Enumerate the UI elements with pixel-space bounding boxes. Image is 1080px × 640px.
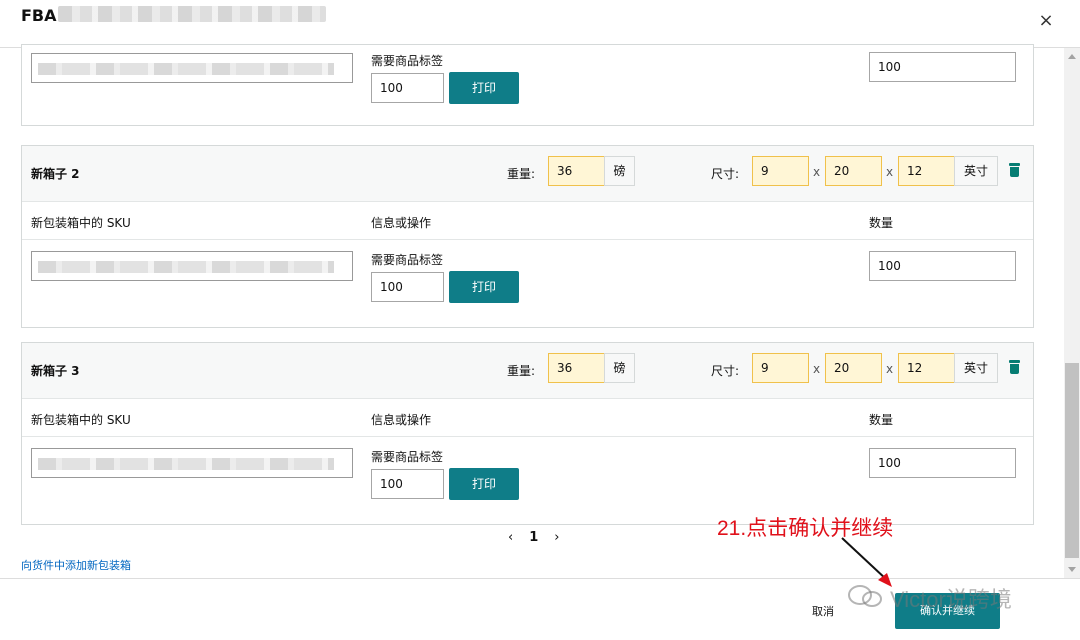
times-sign: x: [813, 362, 821, 376]
box-list: 需要商品标签 100 打印 100 新箱子 2 重量: 36 磅 尺寸: 9 x…: [0, 44, 1064, 578]
pagination: ‹ 1 ›: [500, 530, 567, 545]
height-input[interactable]: 12: [898, 156, 955, 186]
weight-label: 重量:: [507, 364, 536, 378]
weight-input[interactable]: 36: [548, 156, 605, 186]
box-1-partial: 需要商品标签 100 打印 100: [21, 44, 1034, 126]
cancel-button[interactable]: 取消: [812, 603, 834, 619]
trash-icon[interactable]: [1009, 163, 1020, 177]
scrollbar[interactable]: [1064, 48, 1080, 578]
scroll-down-arrow-icon[interactable]: [1068, 567, 1076, 572]
scroll-thumb[interactable]: [1065, 363, 1079, 558]
sku-redacted: [38, 458, 334, 470]
col-qty: 数量: [869, 216, 894, 230]
col-info: 信息或操作: [371, 413, 432, 427]
column-header-row: 新包装箱中的 SKU 信息或操作 数量: [22, 202, 1033, 240]
watermark-text: Victor说跨境: [890, 587, 1012, 612]
box-header: 新箱子 3 重量: 36 磅 尺寸: 9 x 20 x 12 英寸: [22, 343, 1033, 399]
length-input[interactable]: 9: [752, 353, 809, 383]
weight-input[interactable]: 36: [548, 353, 605, 383]
sku-field: [31, 448, 353, 478]
annotation-text: 21.点击确认并继续: [717, 517, 894, 540]
box-2: 新箱子 2 重量: 36 磅 尺寸: 9 x 20 x 12 英寸 新包装箱中的…: [21, 145, 1034, 328]
scroll-up-arrow-icon[interactable]: [1068, 54, 1076, 59]
wechat-icon: [848, 585, 882, 607]
col-qty: 数量: [869, 413, 894, 427]
col-sku: 新包装箱中的 SKU: [31, 413, 131, 427]
trash-icon[interactable]: [1009, 360, 1020, 374]
print-button[interactable]: 打印: [449, 271, 519, 303]
box-name: 新箱子 3: [31, 364, 80, 378]
print-button[interactable]: 打印: [449, 72, 519, 104]
sku-redacted: [38, 63, 334, 75]
quantity-input[interactable]: 100: [869, 448, 1016, 478]
col-sku: 新包装箱中的 SKU: [31, 216, 131, 230]
weight-label: 重量:: [507, 167, 536, 181]
page-number[interactable]: 1: [529, 530, 538, 545]
width-input[interactable]: 20: [825, 156, 882, 186]
prev-page-icon[interactable]: ‹: [508, 530, 513, 545]
height-input[interactable]: 12: [898, 353, 955, 383]
add-new-box-link[interactable]: 向货件中添加新包装箱: [21, 557, 131, 573]
next-page-icon[interactable]: ›: [554, 530, 559, 545]
sku-field: [31, 53, 353, 83]
need-label-text: 需要商品标签: [371, 450, 444, 464]
box-header: 新箱子 2 重量: 36 磅 尺寸: 9 x 20 x 12 英寸: [22, 146, 1033, 202]
quantity-input[interactable]: 100: [869, 52, 1016, 82]
times-sign: x: [886, 362, 894, 376]
modal-title: FBA: [21, 6, 57, 25]
dims-label: 尺寸:: [711, 167, 740, 181]
dims-unit: 英寸: [954, 156, 998, 186]
dims-label: 尺寸:: [711, 364, 740, 378]
modal-header: FBA ×: [0, 0, 1080, 48]
label-qty-input[interactable]: 100: [371, 272, 444, 302]
print-button[interactable]: 打印: [449, 468, 519, 500]
col-info: 信息或操作: [371, 216, 432, 230]
sku-field: [31, 251, 353, 281]
box-name: 新箱子 2: [31, 167, 80, 181]
dims-unit: 英寸: [954, 353, 998, 383]
close-icon[interactable]: ×: [1035, 10, 1057, 32]
label-qty-input[interactable]: 100: [371, 469, 444, 499]
column-header-row: 新包装箱中的 SKU 信息或操作 数量: [22, 399, 1033, 437]
label-qty-input[interactable]: 100: [371, 73, 444, 103]
times-sign: x: [813, 165, 821, 179]
need-label-text: 需要商品标签: [371, 54, 444, 68]
weight-unit: 磅: [604, 156, 635, 186]
length-input[interactable]: 9: [752, 156, 809, 186]
weight-unit: 磅: [604, 353, 635, 383]
need-label-text: 需要商品标签: [371, 253, 444, 267]
box-3: 新箱子 3 重量: 36 磅 尺寸: 9 x 20 x 12 英寸 新包装箱中的…: [21, 342, 1034, 525]
width-input[interactable]: 20: [825, 353, 882, 383]
sku-redacted: [38, 261, 334, 273]
title-redacted: [58, 6, 326, 22]
times-sign: x: [886, 165, 894, 179]
quantity-input[interactable]: 100: [869, 251, 1016, 281]
